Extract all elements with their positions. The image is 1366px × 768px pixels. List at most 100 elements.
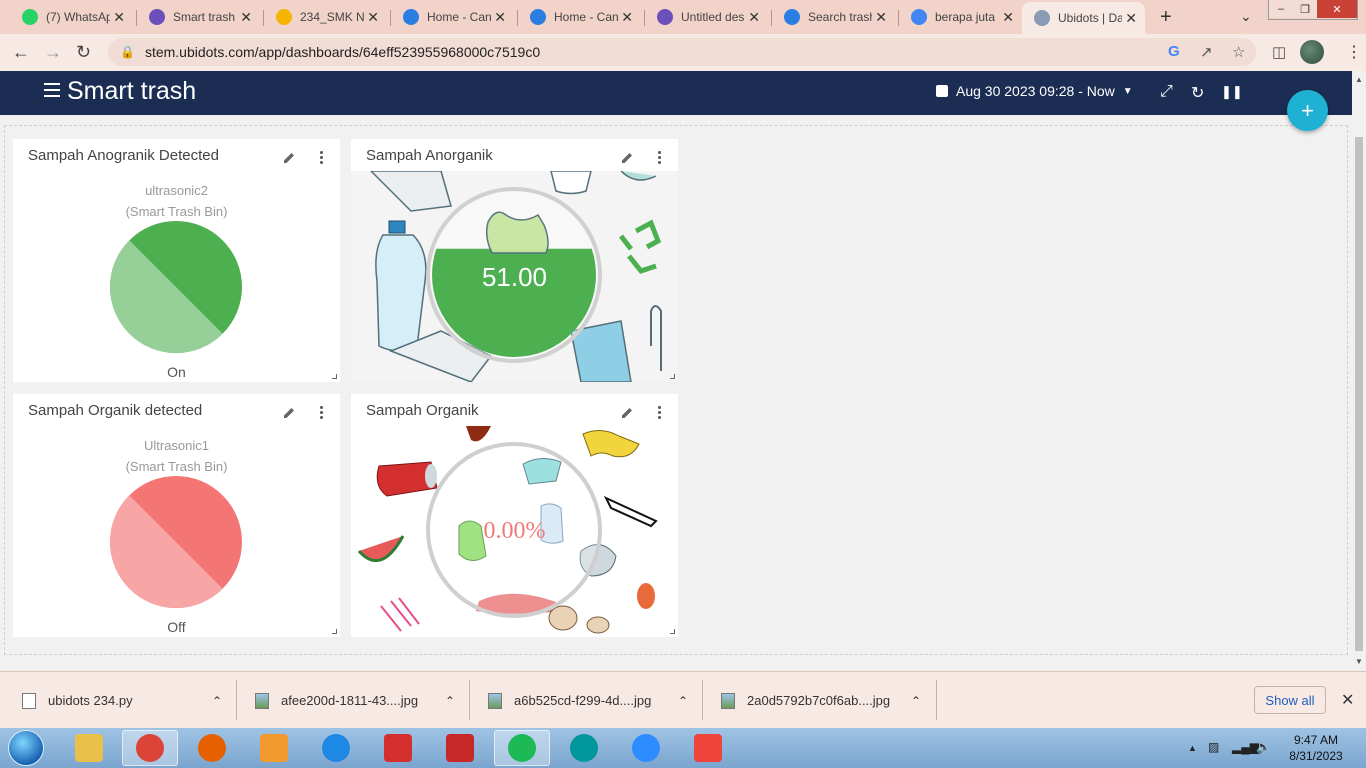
resize-handle[interactable] bbox=[332, 374, 337, 379]
resize-handle[interactable] bbox=[332, 629, 337, 634]
widget-menu-icon[interactable] bbox=[658, 406, 662, 421]
download-options-chevron-icon[interactable]: ⌃ bbox=[678, 694, 688, 708]
window-controls: – ❐ ✕ bbox=[1268, 0, 1358, 20]
indicator-state: Off bbox=[167, 619, 186, 635]
canva-icon bbox=[403, 9, 419, 25]
resize-handle[interactable] bbox=[670, 629, 675, 634]
url-text[interactable]: stem.ubidots.com/app/dashboards/64eff523… bbox=[145, 44, 540, 60]
close-tab-icon[interactable]: ✕ bbox=[367, 9, 379, 26]
download-filename: afee200d-1811-43....jpg bbox=[281, 693, 419, 708]
download-options-chevron-icon[interactable]: ⌃ bbox=[212, 694, 222, 708]
signal-icon[interactable]: ▂▄▆ bbox=[1232, 740, 1259, 754]
taskbar-button[interactable] bbox=[246, 730, 302, 766]
browser-tab[interactable]: 234_SMK N ✕ bbox=[264, 2, 387, 32]
edit-pencil-icon[interactable] bbox=[620, 151, 634, 165]
hamburger-menu-icon[interactable] bbox=[44, 83, 60, 97]
close-tab-icon[interactable]: ✕ bbox=[494, 9, 506, 26]
google-translate-icon[interactable]: G bbox=[1168, 43, 1180, 60]
download-options-chevron-icon[interactable]: ⌃ bbox=[445, 694, 455, 708]
bookmark-star-icon[interactable]: ☆ bbox=[1232, 43, 1245, 61]
volume-icon[interactable]: 🔈 bbox=[1256, 740, 1271, 754]
taskbar-button[interactable] bbox=[618, 730, 674, 766]
fullscreen-icon[interactable]: ⤢ bbox=[1160, 83, 1173, 101]
restore-button[interactable]: ❐ bbox=[1293, 0, 1317, 18]
add-widget-button[interactable]: + bbox=[1287, 90, 1328, 131]
browser-tab[interactable]: (7) WhatsApp✕ bbox=[10, 2, 133, 32]
start-button[interactable] bbox=[8, 730, 44, 766]
download-item[interactable]: ubidots 234.py ⌃ bbox=[22, 672, 227, 729]
close-tab-icon[interactable]: ✕ bbox=[748, 9, 760, 26]
scroll-thumb[interactable] bbox=[1355, 137, 1363, 651]
taskbar-button[interactable] bbox=[184, 730, 240, 766]
minimize-button[interactable]: – bbox=[1269, 0, 1293, 18]
taskbar-button[interactable] bbox=[680, 730, 736, 766]
scroll-up-icon[interactable]: ▲ bbox=[1355, 75, 1363, 84]
chrome-icon bbox=[136, 734, 164, 762]
show-all-button[interactable]: Show all bbox=[1254, 686, 1326, 714]
browser-tab[interactable]: Home - Canva✕ bbox=[518, 2, 641, 32]
new-tab-button[interactable]: + bbox=[1160, 6, 1172, 29]
widget-menu-icon[interactable] bbox=[658, 151, 662, 166]
pause-icon[interactable]: ❚❚ bbox=[1221, 84, 1243, 100]
close-tab-icon[interactable]: ✕ bbox=[1125, 10, 1137, 27]
widget-menu-icon[interactable] bbox=[320, 151, 324, 166]
taskbar-button[interactable] bbox=[122, 730, 178, 766]
taskbar-button[interactable] bbox=[432, 730, 488, 766]
reload-icon[interactable]: ↻ bbox=[76, 42, 91, 63]
ubidots-icon bbox=[657, 9, 673, 25]
browser-tab[interactable]: Search trash ✕ bbox=[772, 2, 895, 32]
close-window-button[interactable]: ✕ bbox=[1317, 0, 1357, 18]
close-tab-icon[interactable]: ✕ bbox=[875, 9, 887, 26]
share-icon[interactable]: ↗ bbox=[1200, 43, 1213, 61]
system-clock[interactable]: 9:47 AM 8/31/2023 bbox=[1282, 732, 1350, 764]
address-bar[interactable]: 🔒 stem.ubidots.com/app/dashboards/64eff5… bbox=[108, 38, 1256, 66]
close-tab-icon[interactable]: ✕ bbox=[621, 9, 633, 26]
ubidots-icon bbox=[149, 9, 165, 25]
widget-organik-tank[interactable]: Sampah Organik 0.00% bbox=[351, 394, 678, 637]
edit-pencil-icon[interactable] bbox=[282, 151, 296, 165]
edit-pencil-icon[interactable] bbox=[620, 406, 634, 420]
downloads-shelf: ubidots 234.py ⌃ afee200d-1811-43....jpg ⌃ a… bbox=[0, 671, 1366, 728]
browser-tab[interactable]: Ubidots | Dashboard✕ bbox=[1022, 2, 1145, 34]
lock-icon[interactable]: 🔒 bbox=[120, 45, 135, 59]
download-item[interactable]: a6b525cd-f299-4d....jpg ⌃ bbox=[488, 672, 693, 729]
media-player-icon bbox=[260, 734, 288, 762]
tank-value: 51.00 bbox=[481, 262, 548, 292]
edit-pencil-icon[interactable] bbox=[282, 406, 296, 420]
forward-arrow-icon[interactable]: → bbox=[44, 42, 62, 63]
close-shelf-icon[interactable]: ✕ bbox=[1341, 690, 1354, 710]
side-panel-icon[interactable]: ◫ bbox=[1272, 43, 1286, 61]
resize-handle[interactable] bbox=[670, 374, 675, 379]
profile-avatar[interactable] bbox=[1300, 40, 1324, 64]
page-scrollbar[interactable]: ▲ ▼ bbox=[1352, 71, 1366, 671]
taskbar-button[interactable] bbox=[61, 730, 117, 766]
taskbar-button[interactable] bbox=[556, 730, 612, 766]
close-tab-icon[interactable]: ✕ bbox=[1002, 9, 1014, 26]
widget-anorganik-tank[interactable]: Sampah Anorganik 51.00 bbox=[351, 139, 678, 382]
download-item[interactable]: afee200d-1811-43....jpg ⌃ bbox=[255, 672, 460, 729]
browser-tab[interactable]: Home - Canva✕ bbox=[391, 2, 514, 32]
tab-title: Ubidots | Dashboard bbox=[1058, 11, 1122, 25]
back-arrow-icon[interactable]: ← bbox=[12, 42, 30, 63]
download-item[interactable]: 2a0d5792b7c0f6ab....jpg ⌃ bbox=[721, 672, 926, 729]
download-options-chevron-icon[interactable]: ⌃ bbox=[911, 694, 921, 708]
scroll-down-icon[interactable]: ▼ bbox=[1355, 657, 1363, 666]
close-tab-icon[interactable]: ✕ bbox=[113, 9, 125, 26]
taskbar-button[interactable] bbox=[308, 730, 364, 766]
show-hidden-icons[interactable]: ▲ bbox=[1188, 743, 1197, 753]
browser-tab[interactable]: Untitled design✕ bbox=[645, 2, 768, 32]
browser-tab[interactable]: berapa juta ✕ bbox=[899, 2, 1022, 32]
widget-anorganik-detected[interactable]: Sampah Anogranik Detected ultrasonic2 (S… bbox=[13, 139, 340, 382]
indicator-state: On bbox=[167, 364, 186, 380]
widget-organik-detected[interactable]: Sampah Organik detected Ultrasonic1 (Sma… bbox=[13, 394, 340, 637]
browser-menu-icon[interactable]: ⋮ bbox=[1346, 42, 1362, 62]
tab-search-chevron-icon[interactable]: ⌄ bbox=[1240, 8, 1252, 25]
taskbar-button[interactable] bbox=[370, 730, 426, 766]
browser-tab[interactable]: Smart trash ✕ bbox=[137, 2, 260, 32]
date-range-picker[interactable]: Aug 30 2023 09:28 - Now ▼ bbox=[936, 83, 1133, 99]
usb-icon[interactable]: ▨ bbox=[1208, 740, 1219, 754]
widget-menu-icon[interactable] bbox=[320, 406, 324, 421]
close-tab-icon[interactable]: ✕ bbox=[240, 9, 252, 26]
taskbar-button[interactable] bbox=[494, 730, 550, 766]
refresh-icon[interactable]: ↻ bbox=[1191, 83, 1204, 103]
